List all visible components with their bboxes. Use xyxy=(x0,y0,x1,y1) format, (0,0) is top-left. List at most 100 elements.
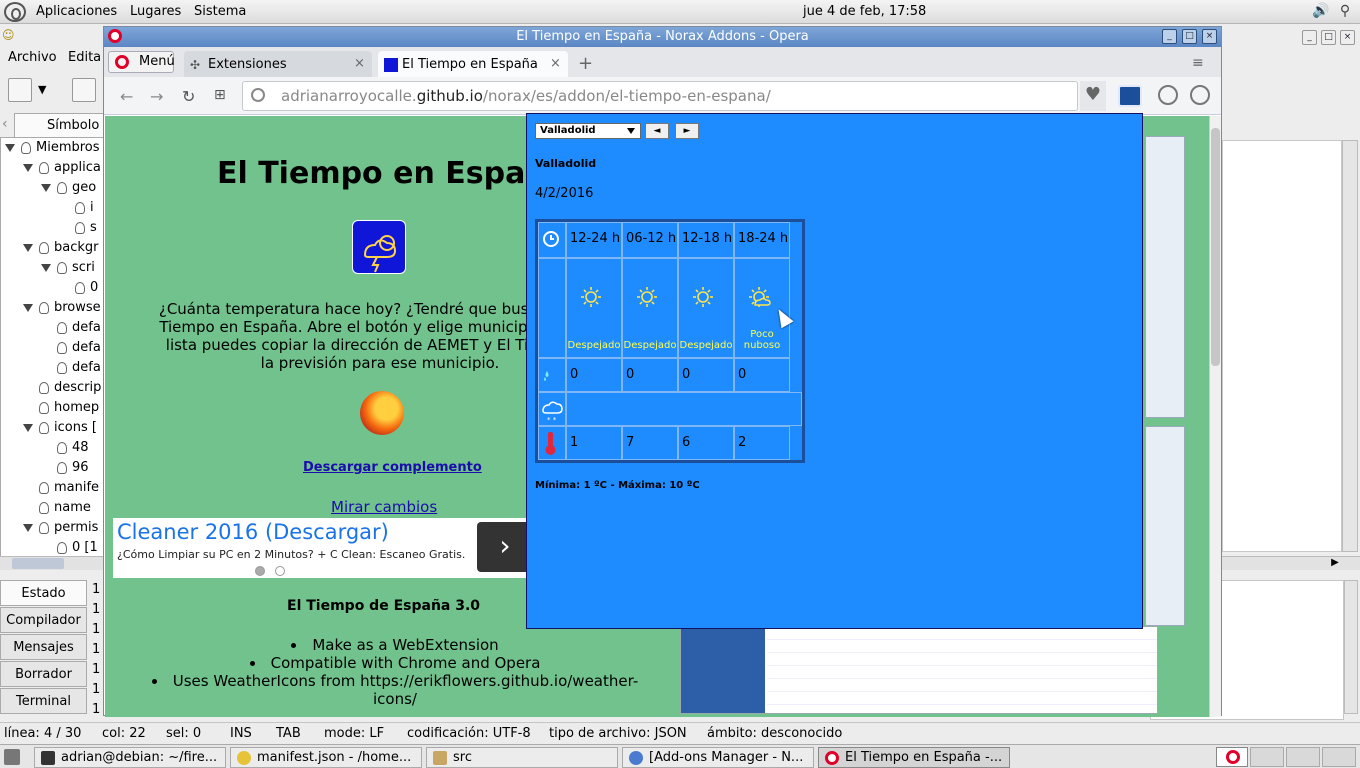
expand-arrow-icon[interactable] xyxy=(5,143,15,152)
reload-icon[interactable]: ↻ xyxy=(182,87,195,106)
tab-close-icon[interactable]: × xyxy=(354,56,365,71)
carousel-dot[interactable] xyxy=(255,566,265,576)
account-icon[interactable] xyxy=(1190,85,1210,105)
view-changes-link[interactable]: Mirar cambios xyxy=(331,498,437,516)
download-icon[interactable] xyxy=(1158,85,1178,105)
tree-node[interactable]: defa xyxy=(41,320,101,340)
ad-banner[interactable]: Cleaner 2016 (Descargar) ¿Cómo Limpiar s… xyxy=(113,518,533,578)
expand-arrow-icon[interactable] xyxy=(23,303,33,312)
workspace-1[interactable] xyxy=(1216,747,1248,767)
menu-lugares[interactable]: Lugares xyxy=(130,4,181,19)
close-icon[interactable]: × xyxy=(1340,30,1355,45)
heart-icon[interactable]: ♥ xyxy=(1080,81,1106,111)
forward-icon[interactable]: → xyxy=(150,87,163,106)
menu-sistema[interactable]: Sistema xyxy=(194,4,246,19)
network-icon[interactable]: ⚲ xyxy=(1336,3,1354,21)
chevron-down-icon[interactable]: ▼ xyxy=(38,78,62,102)
taskbar-item-terminal[interactable]: adrian@debian: ~/fire... xyxy=(34,747,226,768)
carousel-dot[interactable] xyxy=(275,566,285,576)
tree-node[interactable]: permis xyxy=(23,520,98,540)
tree-node[interactable]: manife xyxy=(23,480,99,500)
message-tab[interactable]: Terminal xyxy=(0,688,87,714)
site-info-icon[interactable] xyxy=(251,88,265,102)
workspace-4[interactable] xyxy=(1322,747,1356,767)
tree-node[interactable]: scri xyxy=(41,260,95,280)
taskbar-item-folder[interactable]: src xyxy=(426,747,618,768)
menu-button[interactable]: Menú xyxy=(108,51,175,73)
message-tab[interactable]: Borrador xyxy=(0,661,87,687)
message-scrollbar[interactable] xyxy=(1344,580,1358,714)
taskbar-item-geany[interactable]: manifest.json - /home... xyxy=(230,747,422,768)
expand-arrow-icon[interactable] xyxy=(23,523,33,532)
message-tab[interactable]: Estado xyxy=(0,580,87,606)
back-icon[interactable]: ← xyxy=(120,87,133,106)
workspace-3[interactable] xyxy=(1286,747,1320,767)
tree-node[interactable]: s xyxy=(59,220,97,240)
tree-node[interactable]: icons [ xyxy=(23,420,97,440)
ad-title[interactable]: Cleaner 2016 (Descargar) xyxy=(117,520,389,544)
show-desktop-icon[interactable] xyxy=(4,749,20,765)
url-input[interactable]: adrianarroyocalle.github.io/norax/es/add… xyxy=(242,81,1078,111)
tree-node[interactable]: geo xyxy=(41,180,96,200)
menu-editar[interactable]: Edita xyxy=(68,50,101,65)
next-city-button[interactable]: ► xyxy=(675,123,699,139)
expand-arrow-icon[interactable] xyxy=(23,423,33,432)
maximize-icon[interactable]: □ xyxy=(1182,29,1197,44)
workspace-2[interactable] xyxy=(1250,747,1284,767)
minimize-icon[interactable]: _ xyxy=(1162,29,1177,44)
message-tab[interactable]: Compilador xyxy=(0,607,87,633)
expand-arrow-icon[interactable] xyxy=(23,163,33,172)
menu-archivo[interactable]: Archivo xyxy=(8,50,57,65)
editor-area[interactable] xyxy=(1222,140,1342,552)
tree-node[interactable]: defa xyxy=(41,360,101,380)
weather-extension-icon[interactable] xyxy=(1118,85,1142,107)
expand-arrow-icon[interactable] xyxy=(23,243,33,252)
tab-symbols[interactable]: Símbolo xyxy=(14,113,104,137)
tree-node[interactable]: applica xyxy=(23,160,101,180)
tree-node[interactable]: Miembros xyxy=(5,140,100,160)
tree-node[interactable]: i xyxy=(59,200,94,220)
tree-node[interactable]: 48 xyxy=(41,440,89,460)
tab-extensions[interactable]: ✣ Extensiones × xyxy=(184,51,372,77)
task-label: adrian@debian: ~/fire... xyxy=(61,750,218,765)
tree-node[interactable]: defa xyxy=(41,340,101,360)
volume-icon[interactable]: 🔊 xyxy=(1312,3,1330,21)
tab-menu-icon[interactable]: ≡ xyxy=(1192,55,1204,71)
ad-arrow-button[interactable]: › xyxy=(477,522,533,572)
taskbar: adrian@debian: ~/fire... manifest.json -… xyxy=(0,744,1360,768)
expand-arrow-icon[interactable] xyxy=(41,183,51,192)
tab-el-tiempo[interactable]: El Tiempo en España × xyxy=(378,51,568,77)
tree-node[interactable]: 0 [1 xyxy=(41,540,98,556)
expand-arrow-icon[interactable] xyxy=(41,263,51,272)
chevron-left-icon[interactable]: ‹ xyxy=(2,116,8,132)
city-select[interactable]: Valladolid xyxy=(535,123,641,139)
tab-close-icon[interactable]: × xyxy=(550,56,561,71)
scroll-thumb[interactable] xyxy=(1211,128,1220,366)
menu-aplicaciones[interactable]: Aplicaciones xyxy=(36,4,117,19)
tree-node[interactable]: name xyxy=(23,500,91,520)
tree-node[interactable]: 0 xyxy=(59,280,98,300)
tree-node[interactable]: backgr xyxy=(23,240,99,260)
speed-dial-icon[interactable]: ⊞ xyxy=(214,87,226,103)
maximize-icon[interactable]: □ xyxy=(1321,30,1336,45)
download-addon-link[interactable]: Descargar complemento xyxy=(303,460,482,475)
taskbar-item-firefox[interactable]: [Add-ons Manager - N... xyxy=(622,747,814,768)
prev-city-button[interactable]: ◄ xyxy=(645,123,669,139)
tree-node[interactable]: browse xyxy=(23,300,101,320)
taskbar-item-opera[interactable]: El Tiempo en España -... xyxy=(818,747,1010,768)
tree-node[interactable]: homep xyxy=(23,400,99,420)
open-file-icon[interactable] xyxy=(72,78,96,102)
editor-scrollbar[interactable] xyxy=(1342,140,1358,552)
scroll-right-icon[interactable]: ▶ xyxy=(1328,557,1342,570)
message-tab[interactable]: Mensajes xyxy=(0,634,87,660)
new-file-icon[interactable] xyxy=(8,78,32,102)
tree-node[interactable]: descrip xyxy=(23,380,101,400)
close-icon[interactable]: × xyxy=(1202,29,1217,44)
new-tab-icon[interactable]: + xyxy=(578,53,593,74)
debian-menu-icon[interactable] xyxy=(4,2,26,22)
page-scrollbar[interactable] xyxy=(1209,116,1221,717)
scroll-thumb[interactable] xyxy=(12,558,64,569)
minimize-icon[interactable]: _ xyxy=(1302,30,1317,45)
tree-node[interactable]: 96 xyxy=(41,460,89,480)
clock[interactable]: jue 4 de feb, 17:58 xyxy=(803,4,926,19)
